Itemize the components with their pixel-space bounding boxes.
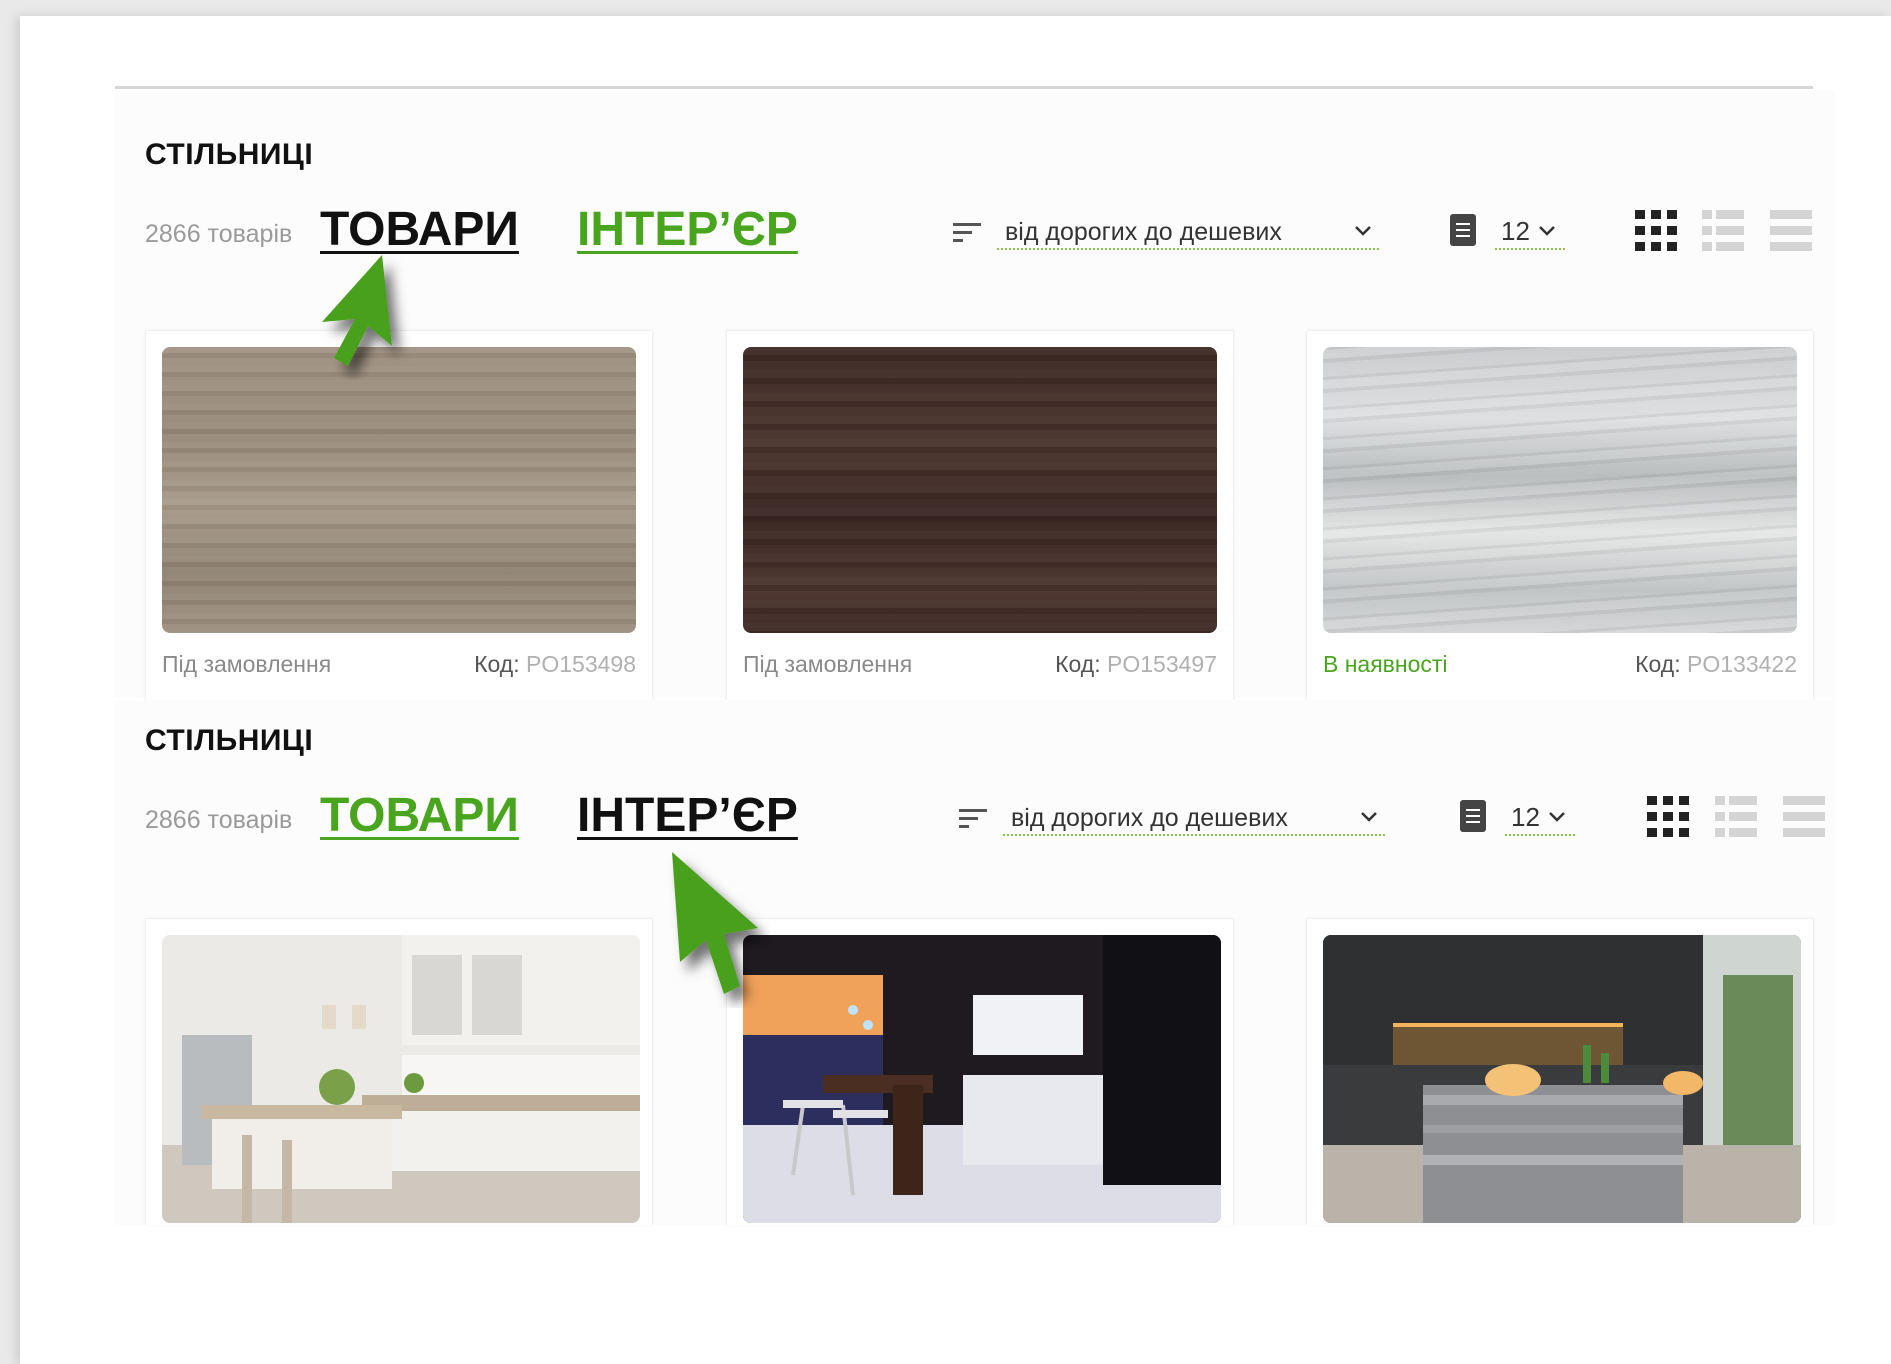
chevron-down-icon [1539, 226, 1555, 236]
rows-view-icon[interactable] [1770, 210, 1812, 252]
sort-lines-icon[interactable] [953, 222, 981, 244]
top-divider [115, 86, 1813, 89]
section-title: СТІЛЬНИЦІ [145, 724, 314, 757]
product-code: Код: PO133422 [1635, 651, 1797, 677]
product-count: 2866 товарів [145, 806, 293, 834]
availability-status: В наявності [1323, 651, 1448, 677]
list-view-icon[interactable] [1702, 210, 1744, 252]
product-code: Код: PO153497 [1055, 651, 1217, 677]
sort-select[interactable]: від дорогих до дешевих [1003, 800, 1385, 836]
catalog-section-interior: СТІЛЬНИЦІ 2866 товарів ТОВАРИ ІНТЕР’ЄР в… [115, 700, 1835, 1225]
per-page-value: 12 [1501, 216, 1530, 246]
product-card[interactable]: В наявності Код: PO133422 [1306, 330, 1814, 710]
sort-select-value: від дорогих до дешевих [1005, 218, 1282, 246]
product-image[interactable] [743, 347, 1217, 633]
interior-card[interactable] [726, 918, 1234, 1225]
interior-image[interactable] [1323, 935, 1801, 1223]
sort-select[interactable]: від дорогих до дешевих [997, 214, 1379, 250]
rows-view-icon[interactable] [1783, 796, 1825, 838]
interior-image[interactable] [162, 935, 640, 1223]
interior-card[interactable] [1306, 918, 1814, 1225]
tab-interior[interactable]: ІНТЕР’ЄР [577, 202, 798, 257]
grid-view-icon[interactable] [1647, 796, 1689, 838]
catalog-section-products: СТІЛЬНИЦІ 2866 товарів ТОВАРИ ІНТЕР’ЄР в… [115, 90, 1835, 710]
availability-status: Під замовлення [162, 651, 332, 677]
tab-products[interactable]: ТОВАРИ [320, 202, 519, 257]
product-count: 2866 товарів [145, 220, 293, 248]
sort-lines-icon[interactable] [959, 808, 987, 830]
availability-status: Під замовлення [743, 651, 913, 677]
product-image[interactable] [1323, 347, 1797, 633]
interior-image[interactable] [743, 935, 1221, 1223]
tab-products[interactable]: ТОВАРИ [320, 788, 519, 843]
per-page-select[interactable]: 12 [1505, 800, 1575, 836]
chevron-down-icon [1355, 226, 1371, 236]
product-card[interactable]: Під замовлення Код: PO153497 [726, 330, 1234, 710]
product-code: Код: PO153498 [474, 651, 636, 677]
chevron-down-icon [1361, 812, 1377, 822]
per-page-value: 12 [1511, 802, 1540, 832]
grid-view-icon[interactable] [1635, 210, 1677, 252]
green-arrow-icon [322, 255, 392, 366]
tab-interior[interactable]: ІНТЕР’ЄР [577, 788, 798, 843]
chevron-down-icon [1549, 812, 1565, 822]
catalog-toolbar: 2866 товарів ТОВАРИ ІНТЕР’ЄР від дорогих… [145, 788, 1835, 848]
per-page-select[interactable]: 12 [1495, 214, 1565, 250]
page-icon [1460, 800, 1486, 832]
list-view-icon[interactable] [1715, 796, 1757, 838]
product-image[interactable] [162, 347, 636, 633]
product-card[interactable]: Під замовлення Код: PO153498 [145, 330, 653, 710]
green-arrow-icon [672, 852, 758, 994]
sort-select-value: від дорогих до дешевих [1011, 804, 1288, 832]
page-icon [1450, 214, 1476, 246]
section-title: СТІЛЬНИЦІ [145, 138, 314, 171]
interior-card[interactable] [145, 918, 653, 1225]
